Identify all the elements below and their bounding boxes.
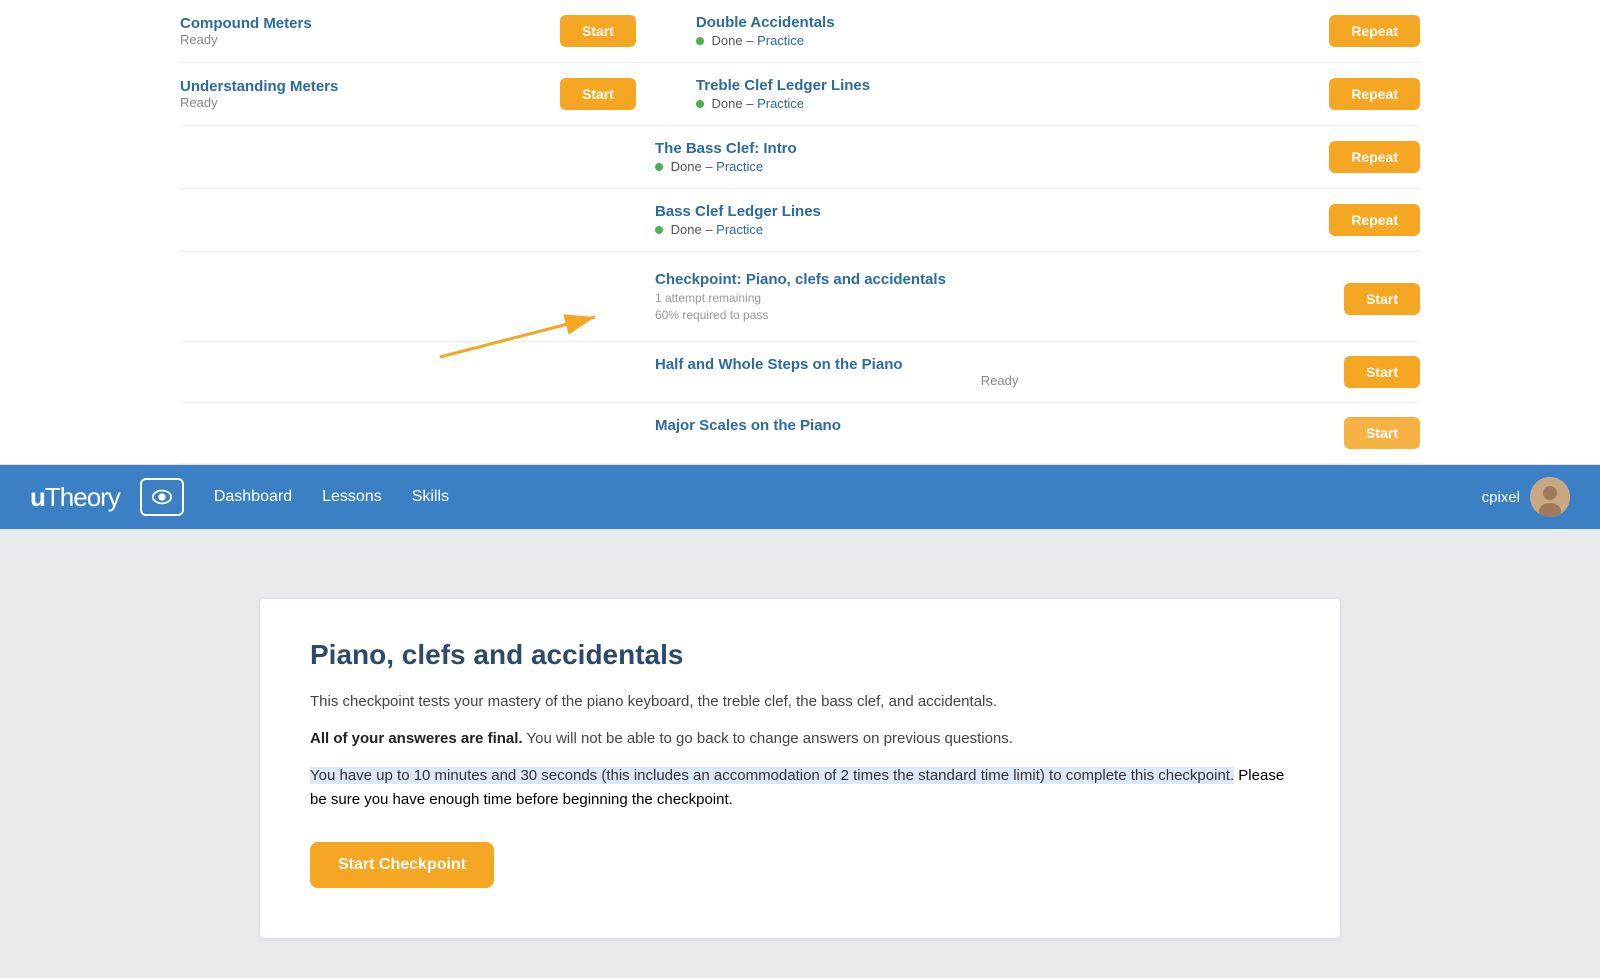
brand-theory: Theory: [45, 482, 120, 512]
user-avatar[interactable]: [1530, 477, 1570, 517]
start-button-understanding[interactable]: Start: [560, 78, 636, 110]
lesson-row-checkpoint: Checkpoint: Piano, clefs and accidentals…: [180, 252, 1420, 342]
done-dot-bass-intro: [655, 163, 663, 171]
repeat-button-bass-intro[interactable]: Repeat: [1329, 141, 1420, 173]
practice-link-double-acc[interactable]: Practice: [757, 33, 804, 48]
lesson-done-bass-intro: Done – Practice: [655, 159, 1329, 174]
lesson-title-bass-ledger: Bass Clef Ledger Lines: [655, 203, 1329, 220]
practice-link-bass-ledger[interactable]: Practice: [716, 222, 763, 237]
practice-link-bass-intro[interactable]: Practice: [716, 159, 763, 174]
done-dot-treble: [696, 100, 704, 108]
start-checkpoint-button[interactable]: Start Checkpoint: [310, 842, 494, 888]
lesson-list-area: Compound Meters Ready Start Double Accid…: [0, 0, 1600, 465]
navbar-links: Dashboard Lessons Skills: [214, 488, 449, 506]
start-button-checkpoint-item[interactable]: Start: [1344, 283, 1420, 315]
start-button-major-scales[interactable]: Start: [1344, 417, 1420, 449]
lesson-info-bass-ledger: Bass Clef Ledger Lines Done – Practice: [655, 203, 1329, 237]
navbar: uTheory Dashboard Lessons Skills cpixel: [0, 465, 1600, 529]
checkpoint-modal: Piano, clefs and accidentals This checkp…: [260, 599, 1340, 938]
lesson-left-understanding: Understanding Meters Ready: [180, 78, 560, 110]
lesson-left-compound: Compound Meters Ready: [180, 15, 560, 47]
modal-time-info: You have up to 10 minutes and 30 seconds…: [310, 764, 1290, 812]
lesson-info-treble: Treble Clef Ledger Lines Done – Practice: [696, 77, 1329, 111]
modal-warning-bold: All of your answeres are final.: [310, 730, 523, 747]
repeat-button-double-acc[interactable]: Repeat: [1329, 15, 1420, 47]
lesson-title-checkpoint-item: Checkpoint: Piano, clefs and accidentals: [655, 271, 1344, 288]
nav-dashboard[interactable]: Dashboard: [214, 488, 292, 506]
lesson-info-bass-intro: The Bass Clef: Intro Done – Practice: [655, 140, 1329, 174]
lesson-row-bass-intro: The Bass Clef: Intro Done – Practice Rep…: [180, 126, 1420, 189]
brand-u: u: [30, 482, 45, 512]
lesson-row: Compound Meters Ready Start Double Accid…: [180, 0, 1420, 63]
done-dot-bass-ledger: [655, 226, 663, 234]
lesson-done-double-acc: Done – Practice: [696, 33, 1329, 48]
lesson-right-bass-ledger: Bass Clef Ledger Lines Done – Practice R…: [655, 203, 1420, 237]
eye-icon: [151, 486, 173, 508]
lesson-title-double-acc: Double Accidentals: [696, 14, 1329, 31]
lesson-status-half-whole: Ready: [655, 373, 1344, 388]
lesson-done-treble: Done – Practice: [696, 96, 1329, 111]
modal-highlight-text: You have up to 10 minutes and 30 seconds…: [310, 767, 1234, 784]
practice-link-treble[interactable]: Practice: [757, 96, 804, 111]
gray-spacer: [0, 529, 1600, 579]
lesson-info-major-scales: Major Scales on the Piano: [655, 417, 1344, 434]
start-button-compound[interactable]: Start: [560, 15, 636, 47]
navbar-user: cpixel: [1482, 477, 1570, 517]
modal-desc: This checkpoint tests your mastery of th…: [310, 691, 1290, 714]
lesson-info-checkpoint-item: Checkpoint: Piano, clefs and accidentals…: [655, 271, 1344, 322]
lesson-right-major-scales: Major Scales on the Piano Start: [655, 417, 1420, 449]
lesson-row-understanding: Understanding Meters Ready Start Treble …: [180, 63, 1420, 126]
repeat-button-treble[interactable]: Repeat: [1329, 78, 1420, 110]
lesson-info-double-acc: Double Accidentals Done – Practice: [696, 14, 1329, 48]
checkpoint-required: 60% required to pass: [655, 308, 1344, 322]
lesson-right-half-whole: Half and Whole Steps on the Piano Ready …: [655, 356, 1420, 388]
lesson-right-checkpoint-item: Checkpoint: Piano, clefs and accidentals…: [655, 271, 1420, 322]
lesson-status-understanding: Ready: [180, 95, 560, 110]
lesson-right-treble: Treble Clef Ledger Lines Done – Practice…: [696, 77, 1420, 111]
lesson-title-major-scales: Major Scales on the Piano: [655, 417, 1344, 434]
lesson-right-bass-intro: The Bass Clef: Intro Done – Practice Rep…: [655, 140, 1420, 174]
lesson-title-treble: Treble Clef Ledger Lines: [696, 77, 1329, 94]
lesson-row-major-scales: Major Scales on the Piano Start: [180, 403, 1420, 464]
lesson-title-compound: Compound Meters: [180, 15, 560, 32]
start-button-half-whole[interactable]: Start: [1344, 356, 1420, 388]
lesson-right-double-acc: Double Accidentals Done – Practice Repea…: [696, 14, 1420, 48]
lesson-row-half-whole: Half and Whole Steps on the Piano Ready …: [180, 342, 1420, 403]
modal-warning-rest: You will not be able to go back to chang…: [526, 730, 1012, 747]
lesson-info-half-whole: Half and Whole Steps on the Piano Ready: [655, 356, 1344, 388]
modal-title: Piano, clefs and accidentals: [310, 639, 1290, 671]
lesson-done-bass-ledger: Done – Practice: [655, 222, 1329, 237]
nav-skills[interactable]: Skills: [412, 488, 449, 506]
nav-lessons[interactable]: Lessons: [322, 488, 382, 506]
modal-warning: All of your answeres are final. You will…: [310, 728, 1290, 751]
lesson-status-compound: Ready: [180, 32, 560, 47]
lesson-title-half-whole: Half and Whole Steps on the Piano: [655, 356, 1344, 373]
lesson-title-bass-intro: The Bass Clef: Intro: [655, 140, 1329, 157]
repeat-button-bass-ledger[interactable]: Repeat: [1329, 204, 1420, 236]
lesson-title-understanding: Understanding Meters: [180, 78, 560, 95]
eye-button[interactable]: [140, 478, 184, 516]
brand-logo: uTheory: [30, 482, 120, 513]
user-avatar-icon: [1530, 477, 1570, 517]
lesson-row-bass-ledger: Bass Clef Ledger Lines Done – Practice R…: [180, 189, 1420, 252]
username-label: cpixel: [1482, 489, 1520, 506]
done-dot: [696, 37, 704, 45]
checkpoint-attempts: 1 attempt remaining: [655, 291, 1344, 305]
